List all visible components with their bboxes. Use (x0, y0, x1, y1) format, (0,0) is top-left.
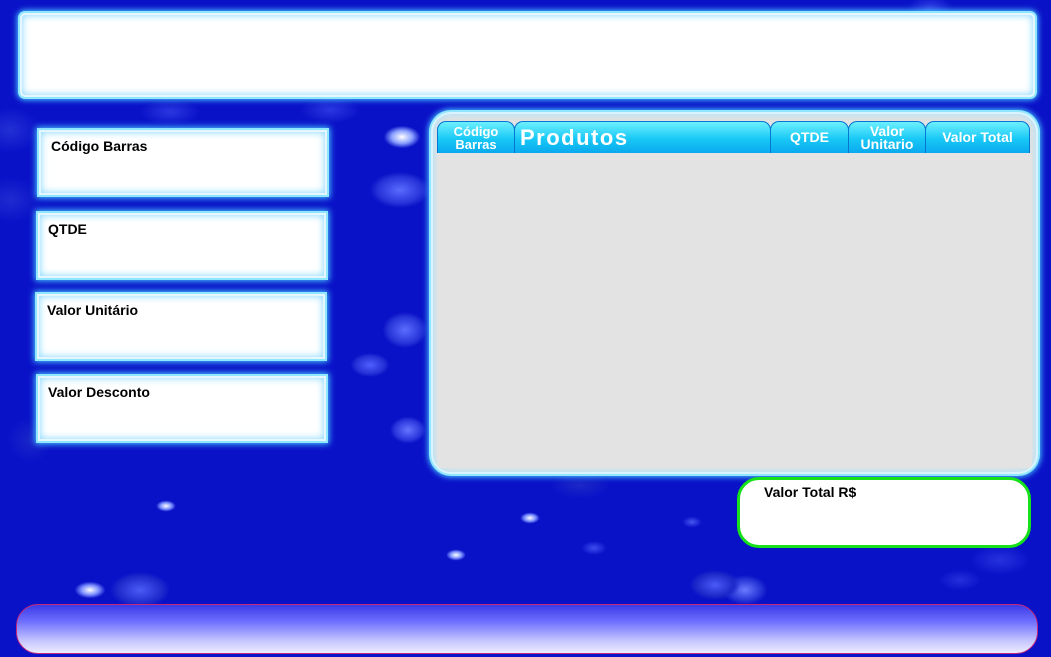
column-header-quantity[interactable]: QTDE (770, 121, 849, 153)
discount-input[interactable] (46, 405, 318, 435)
column-header-barcode-line2: Barras (455, 136, 497, 152)
column-header-products[interactable]: Produtos (514, 121, 771, 153)
quantity-field: QTDE (38, 213, 326, 278)
column-header-total[interactable]: Valor Total (925, 121, 1030, 153)
column-header-unit-price-line2: Unitario (860, 135, 914, 152)
quantity-input[interactable] (46, 242, 318, 272)
products-grid: Código Barras Produtos QTDE Valor Unitar… (431, 112, 1038, 474)
footer-bar (16, 604, 1038, 654)
column-header-total-label: Valor Total (942, 129, 1013, 145)
unit-price-input[interactable] (45, 323, 317, 353)
total-panel: Valor Total R$ (737, 477, 1031, 548)
column-header-products-label: Produtos (520, 125, 629, 150)
barcode-field: Código Barras (39, 130, 327, 195)
unit-price-label: Valor Unitário (47, 302, 139, 318)
grid-body[interactable] (437, 153, 1032, 468)
discount-label: Valor Desconto (48, 384, 150, 400)
header-panel (20, 13, 1035, 97)
column-header-unit-price[interactable]: Valor Unitario (848, 121, 926, 153)
column-header-barcode[interactable]: Código Barras (437, 121, 515, 153)
discount-field: Valor Desconto (38, 376, 326, 441)
total-label: Valor Total R$ (764, 484, 857, 500)
column-header-quantity-label: QTDE (790, 129, 829, 145)
barcode-input[interactable] (47, 159, 319, 189)
column-header-barcode-line1: Código (453, 123, 499, 139)
barcode-label: Código Barras (51, 138, 148, 154)
unit-price-field: Valor Unitário (37, 294, 325, 359)
quantity-label: QTDE (48, 221, 87, 237)
